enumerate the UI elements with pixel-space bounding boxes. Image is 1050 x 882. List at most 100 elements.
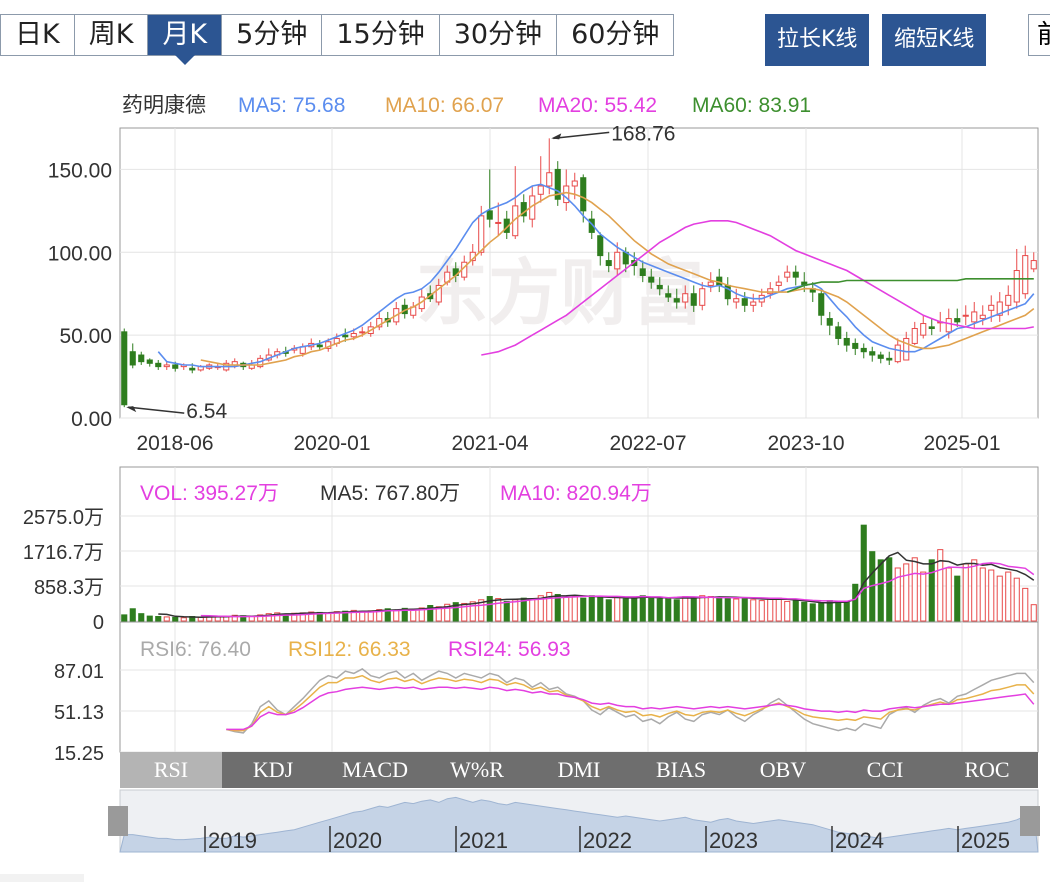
volume-bar <box>639 595 646 622</box>
volume-bar <box>665 597 672 622</box>
candle-body <box>843 337 850 346</box>
candle-body <box>639 268 646 276</box>
navigator-left-handle <box>108 806 128 836</box>
volume-bar <box>529 598 536 622</box>
candle-body <box>928 326 935 330</box>
candle-body <box>1022 255 1029 295</box>
candle-body <box>954 318 961 323</box>
volume-bar <box>1013 577 1020 622</box>
volume-bar <box>996 575 1003 622</box>
volume-bar <box>138 613 145 622</box>
volume-bar <box>809 603 816 622</box>
indicator-tab-rsi[interactable]: RSI <box>120 752 222 788</box>
indicator-tab-wr[interactable]: W%R <box>426 752 528 788</box>
volume-bar <box>656 598 663 622</box>
candle-body <box>359 331 366 334</box>
candle-body <box>860 347 867 353</box>
stock-name: 药明康德 <box>122 93 206 117</box>
candle-body <box>350 332 357 338</box>
candle-body <box>163 364 170 368</box>
volume-y-tick-label: 858.3万 <box>34 577 104 599</box>
volume-bar <box>1005 571 1012 622</box>
candle-body <box>342 334 349 338</box>
volume-legend-vol: VOL: 395.27万 <box>140 482 279 505</box>
volume-bar <box>699 595 706 622</box>
volume-bar <box>784 600 791 622</box>
candle-body <box>945 318 952 333</box>
rsi-y-tick-label: 87.01 <box>54 661 104 683</box>
volume-bar <box>673 599 680 622</box>
indicator-tab-dmi[interactable]: DMI <box>528 752 630 788</box>
candle-body <box>877 354 884 359</box>
volume-bar <box>954 575 961 622</box>
volume-bar <box>588 595 595 622</box>
main-y-tick-label: 50.00 <box>59 325 112 348</box>
indicator-tab-cci[interactable]: CCI <box>834 752 936 788</box>
volume-bar <box>163 616 170 622</box>
candle-body <box>495 221 502 224</box>
volume-legend-ma10: MA10: 820.94万 <box>500 482 652 505</box>
candle-body <box>988 304 995 311</box>
volume-bar <box>172 616 179 622</box>
volume-bar <box>818 602 825 622</box>
candle-body <box>699 288 706 306</box>
candle-body <box>537 185 544 195</box>
indicator-tab-kdj[interactable]: KDJ <box>222 752 324 788</box>
ma-legend-ma5: MA5: 75.68 <box>238 94 345 117</box>
volume-bar <box>843 601 850 622</box>
watermark-logo: 东方财富 <box>416 251 704 335</box>
candle-body <box>189 367 196 371</box>
candle-body <box>546 172 553 187</box>
indicator-tab-macd[interactable]: MACD <box>324 752 426 788</box>
candle-body <box>605 260 612 267</box>
candle-body <box>146 359 153 364</box>
navigator-tick-label: 2020 <box>333 828 382 853</box>
volume-bar <box>945 567 952 622</box>
candle-body <box>1005 294 1012 306</box>
volume-bar <box>1030 604 1037 622</box>
volume-bar <box>801 601 808 622</box>
candle-body <box>894 344 901 363</box>
volume-bar <box>767 598 774 622</box>
ma-legend-ma20: MA20: 55.42 <box>538 94 657 117</box>
candle-body <box>835 326 842 339</box>
volume-bar <box>580 597 587 622</box>
volume-bar <box>928 559 935 622</box>
rsi-legend-rsi6: RSI6: 76.40 <box>140 638 251 661</box>
footer-stub <box>0 874 84 882</box>
volume-bar <box>469 601 476 622</box>
navigator-tick-label: 2023 <box>709 828 758 853</box>
navigator-right-handle <box>1020 806 1040 836</box>
volume-y-tick-label: 0 <box>93 612 104 634</box>
volume-bar <box>741 597 748 622</box>
indicator-tab-obv[interactable]: OBV <box>732 752 834 788</box>
candle-body <box>826 318 833 326</box>
indicator-tabbar: RSI KDJ MACD W%R DMI BIAS OBV CCI ROC <box>120 752 1038 788</box>
volume-bar <box>903 563 910 622</box>
volume-bar <box>716 597 723 622</box>
volume-bar <box>852 583 859 622</box>
indicator-tab-roc[interactable]: ROC <box>936 752 1038 788</box>
volume-bar <box>860 524 867 622</box>
navigator-tick-label: 2025 <box>961 828 1010 853</box>
candle-body <box>911 328 918 344</box>
volume-bar <box>622 598 629 622</box>
volume-bar <box>877 559 884 622</box>
candle-body <box>707 281 714 286</box>
candle-body <box>673 298 680 303</box>
volume-bar <box>1022 587 1029 622</box>
volume-bar <box>971 559 978 622</box>
main-x-tick-label: 2020-01 <box>293 432 370 455</box>
low-annotation: 6.54 <box>186 400 227 423</box>
main-x-tick-label: 2021-04 <box>451 432 528 455</box>
candle-body <box>648 276 655 283</box>
volume-bar <box>733 598 740 622</box>
indicator-tab-bias[interactable]: BIAS <box>630 752 732 788</box>
rsi-y-tick-label: 51.13 <box>54 702 104 724</box>
volume-legend-ma5: MA5: 767.80万 <box>320 482 460 505</box>
candle-body <box>784 271 791 278</box>
volume-bar <box>682 596 689 622</box>
candle-body <box>138 354 145 363</box>
candle-body <box>665 293 672 298</box>
candle-body <box>920 323 927 336</box>
